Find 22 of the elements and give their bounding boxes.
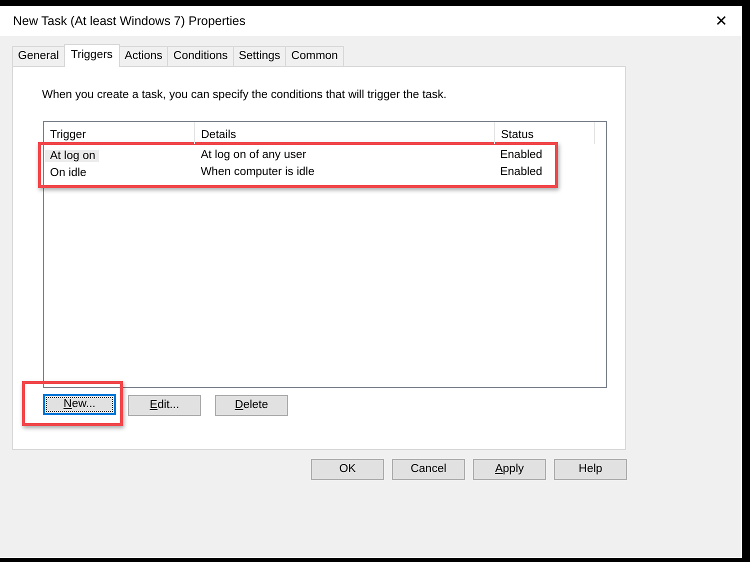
tab[interactable]: Triggers [64, 44, 120, 67]
description-text: When you create a task, you can specify the conditions that will trigger the task. [42, 88, 448, 103]
close-button[interactable]: ✕ [711, 14, 732, 28]
tab[interactable]: General [12, 46, 65, 66]
column-header[interactable]: Trigger [44, 122, 195, 144]
table-cell[interactable]: On idle [45, 167, 86, 180]
column-header[interactable]: Details [195, 122, 495, 144]
dialog-button[interactable]: OK [311, 459, 384, 480]
list-button[interactable]: New... [43, 394, 116, 416]
table-cell-text: When computer is idle [200, 165, 316, 180]
table-cell[interactable]: At log on [45, 150, 100, 162]
table-cell-text: Enabled [499, 148, 544, 164]
list-button[interactable]: Delete [215, 395, 288, 416]
column-header[interactable]: Status [495, 122, 595, 144]
table-cell-text: At log on of any user [200, 148, 308, 164]
dialog-button[interactable]: Cancel [392, 459, 465, 480]
dialog-button[interactable]: Help [554, 459, 627, 480]
dialog-button[interactable]: Apply [473, 459, 546, 480]
tab[interactable]: Common [285, 46, 344, 66]
window-title: New Task (At least Windows 7) Properties [13, 12, 246, 30]
table-cell-text: Enabled [499, 165, 544, 180]
list-button[interactable]: Edit... [128, 395, 201, 416]
